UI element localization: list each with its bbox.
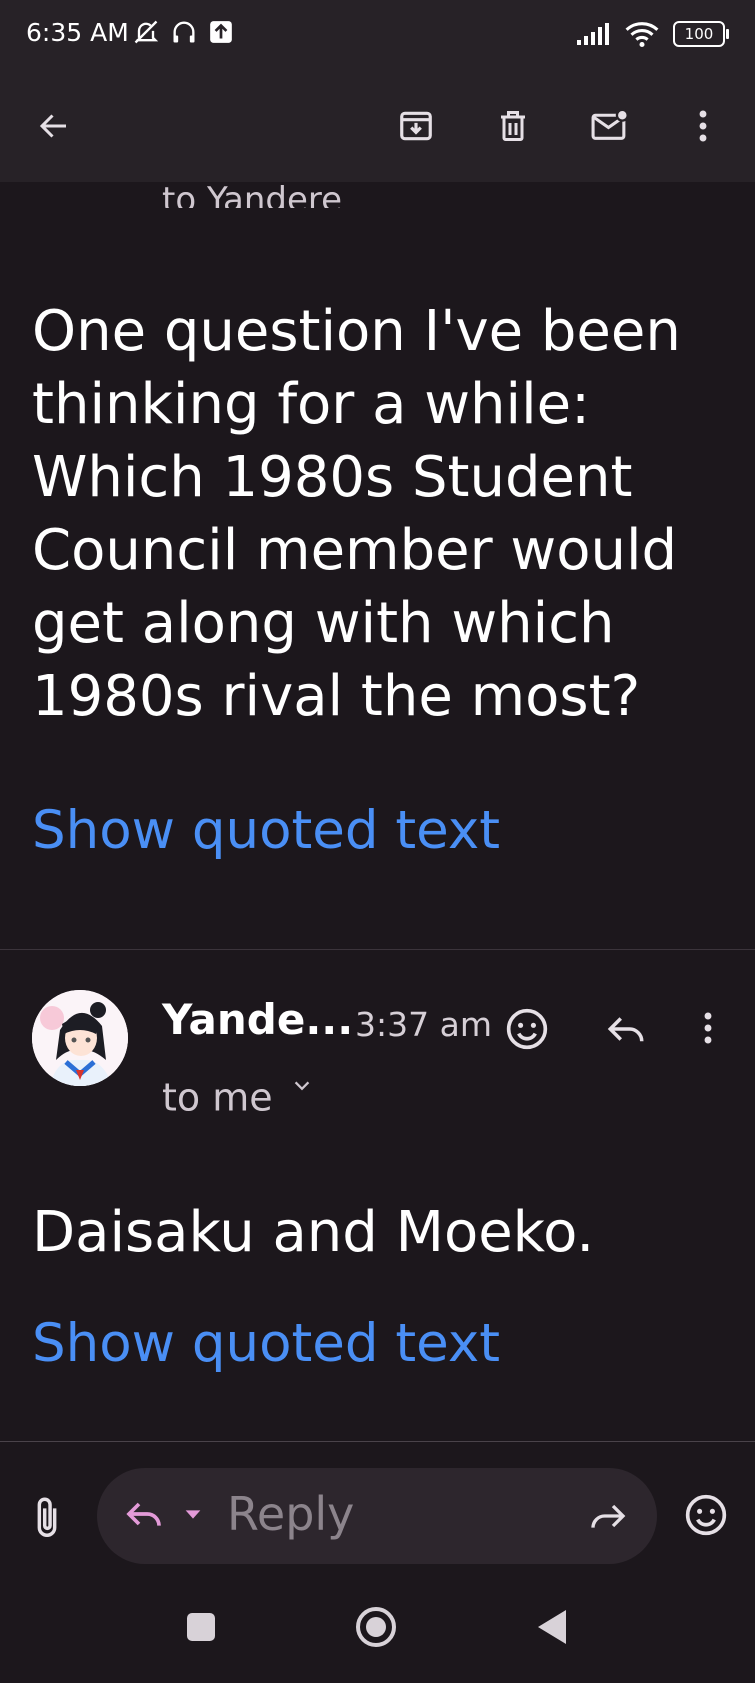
system-nav-bar: [0, 1588, 755, 1683]
previous-recipient-line: to Yandere: [162, 180, 343, 208]
more-vertical-icon: [704, 1012, 712, 1044]
paperclip-icon: [37, 1497, 57, 1537]
reply-type-dropdown[interactable]: [124, 1494, 201, 1538]
message-body: Daisaku and Moeko.: [32, 1200, 595, 1265]
trash-icon: [501, 111, 525, 141]
archive-button[interactable]: [388, 98, 444, 154]
previous-message-body: One question I've been thinking for a wh…: [32, 299, 681, 729]
message-time: 3:37 am: [355, 1005, 492, 1044]
reply-button[interactable]: [605, 1008, 647, 1054]
more-options-button[interactable]: [675, 98, 731, 154]
status-system-icons: 100: [575, 20, 729, 48]
reply-icon: [607, 1017, 644, 1042]
more-vertical-icon: [699, 110, 707, 142]
upload-icon: [210, 21, 232, 43]
caret-down-icon: [185, 1510, 201, 1519]
arrow-left-icon: [39, 114, 66, 138]
emoji-icon: [506, 1008, 548, 1050]
chevron-down-icon: [294, 1081, 309, 1091]
mark-unread-button[interactable]: [582, 98, 638, 154]
recipient-toggle[interactable]: to me: [162, 1075, 313, 1120]
status-notification-icons: [132, 18, 234, 46]
delete-button[interactable]: [485, 98, 541, 154]
message-more-button[interactable]: [700, 1010, 716, 1050]
emoji-reaction-button[interactable]: [684, 1493, 728, 1541]
avatar-image: [32, 990, 128, 1086]
signal-icon: [577, 23, 609, 45]
recipient-label: to me: [162, 1075, 273, 1120]
reply-placeholder: Reply: [227, 1487, 355, 1541]
status-time: 6:35 AM: [26, 18, 129, 47]
mail-unread-icon: [591, 108, 629, 140]
show-quoted-text-link[interactable]: Show quoted text: [32, 800, 500, 861]
app-bar: [0, 70, 755, 182]
show-quoted-text-link[interactable]: Show quoted text: [32, 1313, 500, 1374]
avatar[interactable]: [32, 990, 128, 1086]
back-nav-button[interactable]: [536, 1608, 568, 1650]
forward-icon: [591, 1504, 626, 1528]
attach-button[interactable]: [30, 1495, 64, 1545]
square-icon: [187, 1613, 215, 1641]
back-button[interactable]: [26, 98, 82, 154]
home-circle-icon: [356, 1607, 396, 1647]
battery-indicator: 100: [673, 21, 729, 47]
wifi-icon: [625, 22, 659, 48]
status-bar: 6:35 AM 100: [0, 0, 755, 70]
reply-icon: [126, 1502, 161, 1526]
reply-compose-field[interactable]: [97, 1468, 657, 1564]
headphones-icon: [173, 21, 195, 43]
forward-button[interactable]: [588, 1496, 628, 1540]
sender-name: Yande...: [162, 995, 354, 1044]
recents-button[interactable]: [186, 1612, 216, 1646]
archive-icon: [400, 111, 432, 141]
home-button[interactable]: [355, 1606, 397, 1652]
react-button[interactable]: [505, 1007, 549, 1055]
emoji-icon: [685, 1494, 727, 1536]
message-divider: [0, 949, 755, 950]
triangle-back-icon: [538, 1610, 566, 1644]
bell-off-icon: [134, 20, 159, 44]
